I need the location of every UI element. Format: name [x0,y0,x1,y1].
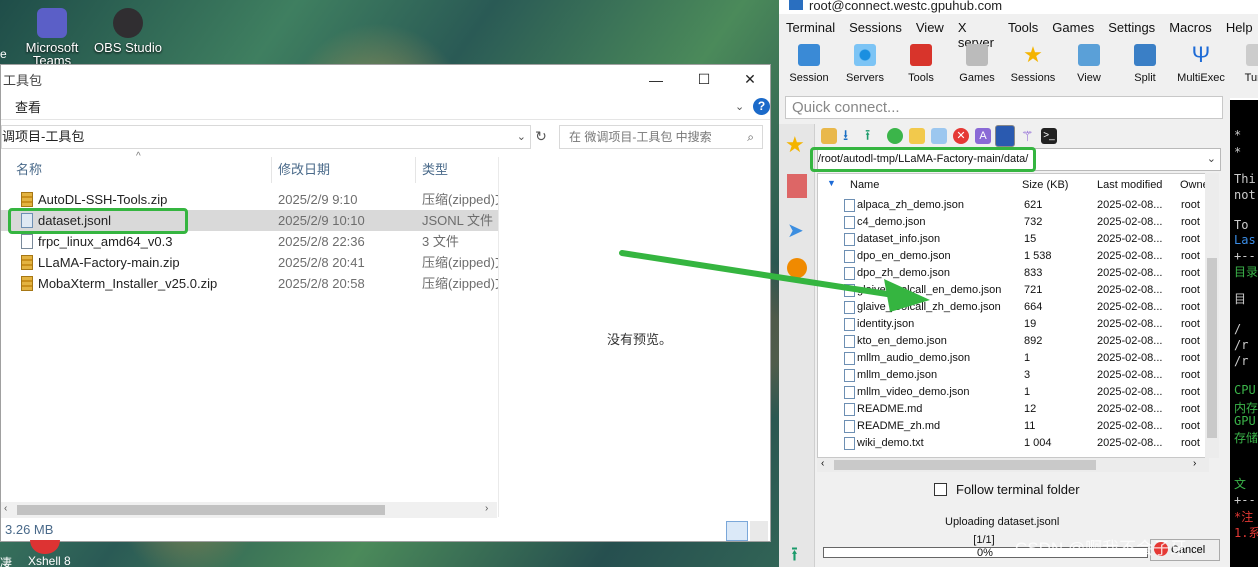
arrow-shaft [619,250,903,299]
drag-arrow [619,250,930,312]
watermark: CSDN @啊我不会子牙 [1015,539,1188,558]
arrow-head [884,279,930,312]
